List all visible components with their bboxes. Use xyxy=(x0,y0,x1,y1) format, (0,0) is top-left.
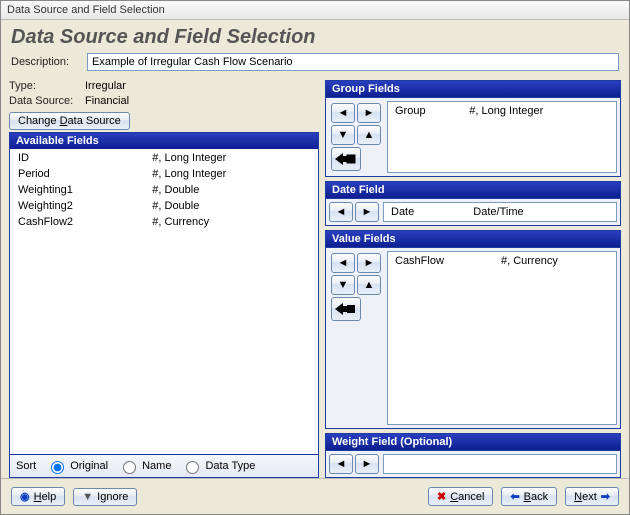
cancel-icon: ✖ xyxy=(437,490,446,503)
description-label: Description: xyxy=(11,56,79,68)
sort-datatype-radio[interactable]: Data Type xyxy=(181,458,255,474)
value-fields-header: Value Fields xyxy=(325,230,621,247)
date-field-box[interactable]: DateDate/Time xyxy=(383,202,617,222)
data-source-label: Data Source: xyxy=(9,95,77,107)
group-fields-list[interactable]: Group#, Long Integer xyxy=(387,101,617,173)
value-fields-list[interactable]: CashFlow#, Currency xyxy=(387,251,617,425)
group-fields-section: Group Fields ◄ ► ▼ ▲ xyxy=(325,80,621,177)
window-title: Data Source and Field Selection xyxy=(7,4,165,16)
arrow-right-icon: ➡ xyxy=(601,490,610,503)
help-icon: ◉ xyxy=(20,490,30,503)
field-row: Weighting1#, Double xyxy=(12,183,316,197)
value-add-button[interactable]: ◄ xyxy=(331,253,355,273)
arrow-left-icon: ⬅ xyxy=(510,490,519,503)
value-move-down-button[interactable]: ▼ xyxy=(331,275,355,295)
value-remove-all-button[interactable] xyxy=(331,297,361,321)
dialog-footer: ◉ Help ▼ Ignore ✖ Cancel ⬅ Back Next ➡ xyxy=(1,478,629,514)
next-button[interactable]: Next ➡ xyxy=(565,487,619,506)
group-move-down-button[interactable]: ▼ xyxy=(331,125,355,145)
field-row: CashFlow2#, Currency xyxy=(12,215,316,229)
field-row: ID#, Long Integer xyxy=(12,151,316,165)
page-title: Data Source and Field Selection xyxy=(11,26,619,49)
group-add-button[interactable]: ◄ xyxy=(331,103,355,123)
type-label: Type: xyxy=(9,80,77,92)
available-fields-header: Available Fields xyxy=(10,133,318,149)
change-data-source-button[interactable]: Change Data Source xyxy=(9,112,130,130)
list-item: Group#, Long Integer xyxy=(390,104,614,118)
sort-label: Sort xyxy=(16,460,36,472)
date-add-button[interactable]: ◄ xyxy=(329,202,353,222)
weight-add-button[interactable]: ◄ xyxy=(329,454,353,474)
window-titlebar: Data Source and Field Selection xyxy=(1,1,629,20)
group-fields-header: Group Fields xyxy=(325,80,621,97)
filter-icon: ▼ xyxy=(82,491,93,503)
available-fields-list[interactable]: ID#, Long Integer Period#, Long Integer … xyxy=(10,149,318,454)
description-input[interactable] xyxy=(87,53,619,71)
ignore-button[interactable]: ▼ Ignore xyxy=(73,488,137,506)
list-item: DateDate/Time xyxy=(386,205,614,219)
value-fields-section: Value Fields ◄ ► ▼ ▲ xyxy=(325,230,621,429)
header: Data Source and Field Selection Descript… xyxy=(1,20,629,80)
weight-field-input[interactable] xyxy=(383,454,617,474)
date-remove-button[interactable]: ► xyxy=(355,202,379,222)
field-row: Period#, Long Integer xyxy=(12,167,316,181)
weight-field-header: Weight Field (Optional) xyxy=(325,433,621,450)
list-item: CashFlow#, Currency xyxy=(390,254,614,268)
group-remove-button[interactable]: ► xyxy=(357,103,381,123)
cancel-button[interactable]: ✖ Cancel xyxy=(428,487,493,506)
group-remove-all-button[interactable] xyxy=(331,147,361,171)
group-move-up-button[interactable]: ▲ xyxy=(357,125,381,145)
field-row: Weighting2#, Double xyxy=(12,199,316,213)
help-button[interactable]: ◉ Help xyxy=(11,487,65,506)
date-field-header: Date Field xyxy=(325,181,621,198)
value-move-up-button[interactable]: ▲ xyxy=(357,275,381,295)
sort-name-radio[interactable]: Name xyxy=(118,458,171,474)
weight-field-section: Weight Field (Optional) ◄ ► xyxy=(325,433,621,478)
sort-original-radio[interactable]: Original xyxy=(46,458,108,474)
value-remove-button[interactable]: ► xyxy=(357,253,381,273)
date-field-section: Date Field ◄ ► DateDate/Time xyxy=(325,181,621,226)
type-value: Irregular xyxy=(85,80,126,92)
weight-remove-button[interactable]: ► xyxy=(355,454,379,474)
sort-bar: Sort Original Name Data Type xyxy=(9,455,319,478)
dialog-window: Data Source and Field Selection Data Sou… xyxy=(0,0,630,515)
back-button[interactable]: ⬅ Back xyxy=(501,487,557,506)
data-source-value: Financial xyxy=(85,95,129,107)
